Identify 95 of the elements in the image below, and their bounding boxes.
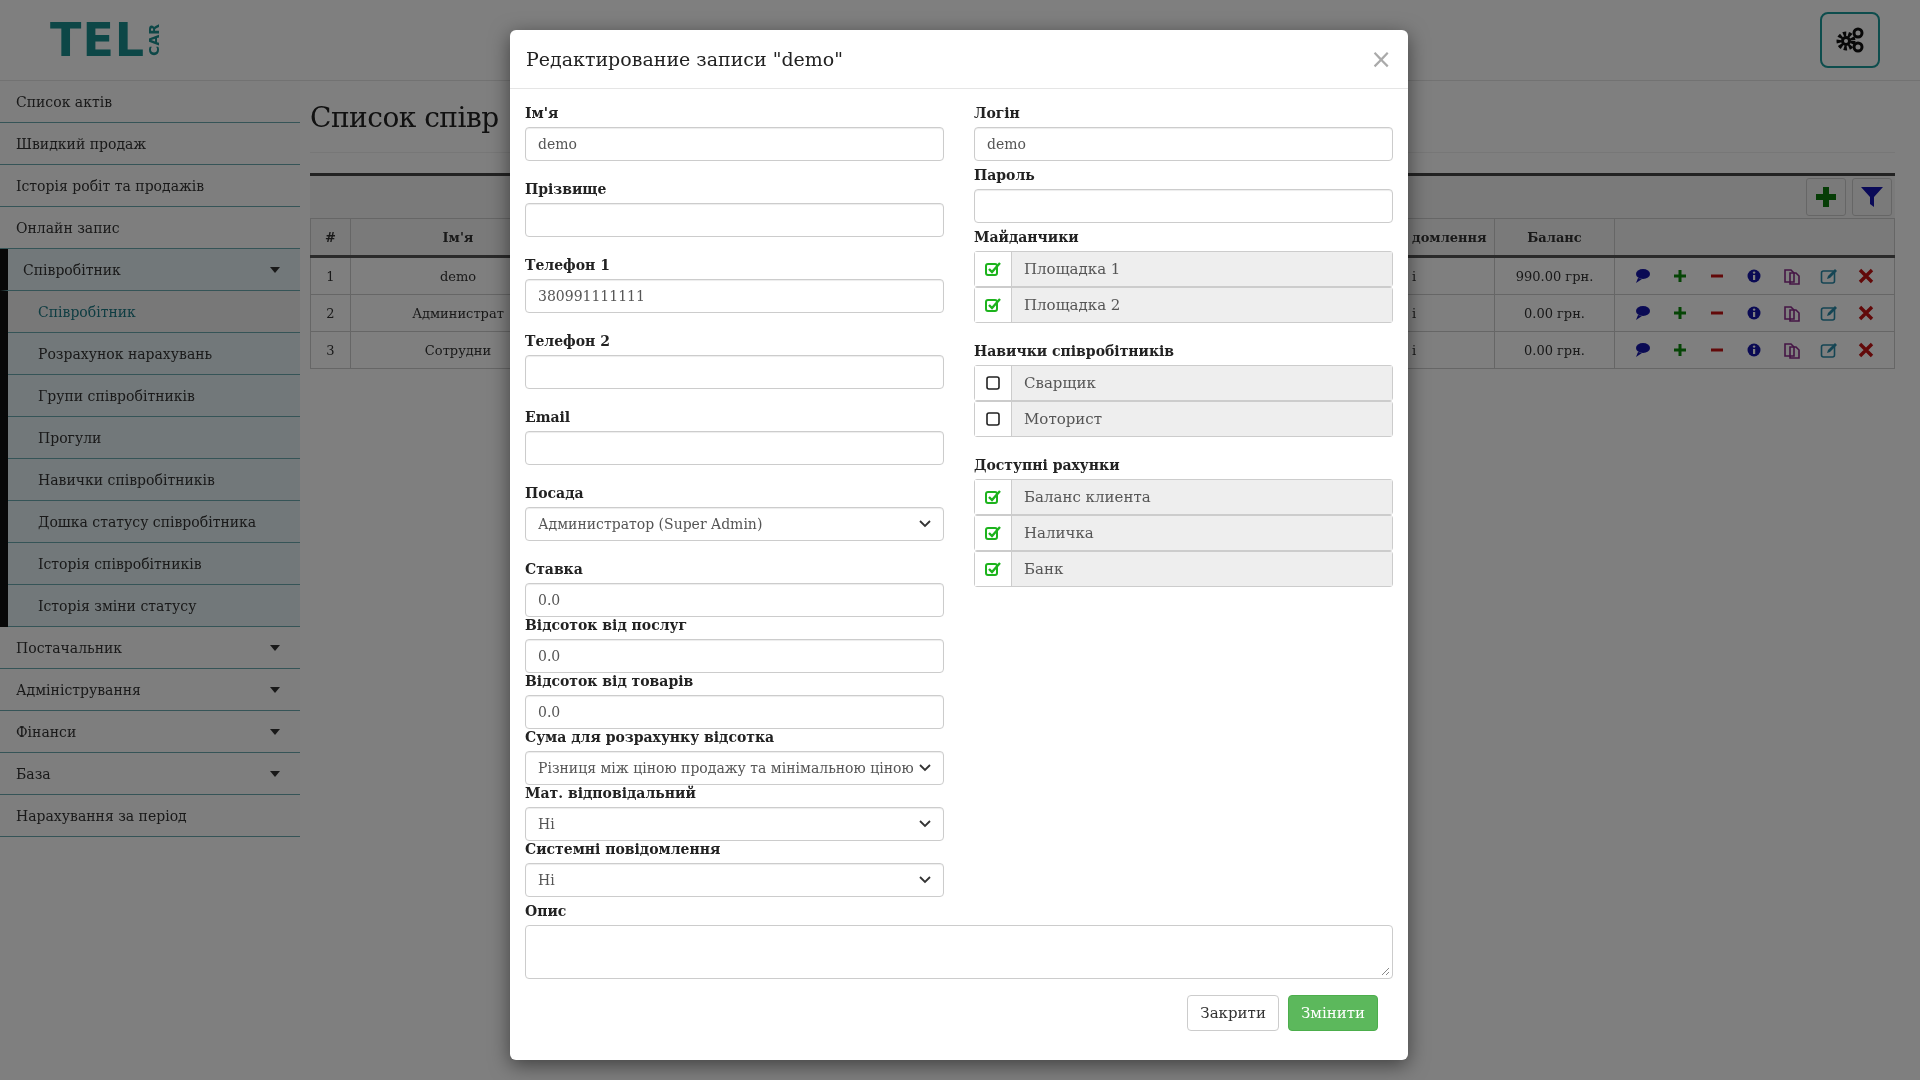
- field-label: Майданчики: [974, 229, 1080, 245]
- field-label: Сума для розрахунку відсотка: [525, 729, 776, 745]
- sidebar-item[interactable]: Прогули: [8, 417, 300, 459]
- sidebar-item[interactable]: Дошка статусу співробітника: [8, 501, 300, 543]
- checkbox-icon[interactable]: [985, 375, 1001, 391]
- text-field[interactable]: demo: [974, 127, 1393, 161]
- settings-button[interactable]: [1820, 12, 1880, 68]
- table-cell: 2: [310, 294, 351, 332]
- checked-checkbox-icon[interactable]: [985, 489, 1001, 505]
- text-field[interactable]: [974, 189, 1393, 223]
- option-label: Наличка: [1012, 516, 1392, 550]
- text-field[interactable]: [525, 355, 944, 389]
- field-label: Логін: [974, 105, 1021, 121]
- resize-handle-icon[interactable]: [1381, 967, 1390, 976]
- sidebar-item[interactable]: Історія співробітників: [8, 543, 300, 585]
- logo-subtext: CAR: [147, 24, 162, 56]
- save-button[interactable]: Змінити: [1287, 995, 1378, 1031]
- caret-icon: [270, 770, 280, 777]
- sidebar-item[interactable]: Розрахунок нарахувань: [8, 333, 300, 375]
- comment-icon[interactable]: [1633, 267, 1652, 285]
- dropdown[interactable]: Різниця між ціною продажу та мінімальною ціною: [525, 751, 944, 785]
- text-field[interactable]: 380991111111: [525, 279, 944, 313]
- field-label: Прізвище: [525, 181, 608, 197]
- field-label: Відсоток від послуг: [525, 617, 689, 633]
- dropdown[interactable]: Ні: [525, 807, 944, 841]
- plus-icon: [1814, 185, 1838, 209]
- close-dialog-button[interactable]: Закрити: [1187, 995, 1279, 1031]
- gears-icon: [1835, 26, 1865, 54]
- option-label: Моторист: [1012, 402, 1392, 436]
- field-label: Посада: [525, 485, 585, 501]
- chevron-down-icon: [919, 764, 931, 772]
- table-cell: 990.00 грн.: [1494, 256, 1615, 295]
- field-label: Доступні рахунки: [974, 457, 1121, 473]
- option-label: Площадка 1: [1012, 252, 1392, 286]
- text-field[interactable]: 0.0: [525, 583, 944, 617]
- filter-button[interactable]: [1852, 178, 1892, 216]
- edit-icon[interactable]: [1820, 341, 1839, 359]
- table-cell: 1: [310, 256, 351, 295]
- copy-icon[interactable]: [1782, 267, 1801, 285]
- caret-icon: [270, 728, 280, 735]
- chevron-down-icon: [919, 520, 931, 528]
- table-cell: 0.00 грн.: [1494, 331, 1615, 369]
- checked-checkbox-icon[interactable]: [985, 525, 1001, 541]
- caret-icon: [270, 644, 280, 651]
- description-field[interactable]: [525, 925, 1393, 979]
- field-label: Відсоток від товарів: [525, 673, 695, 689]
- field-label: Мат. відповідальний: [525, 785, 697, 801]
- checked-checkbox-icon[interactable]: [985, 261, 1001, 277]
- checked-checkbox-icon[interactable]: [985, 561, 1001, 577]
- checked-checkbox-icon[interactable]: [985, 297, 1001, 313]
- copy-icon[interactable]: [1782, 304, 1801, 322]
- copy-icon[interactable]: [1782, 341, 1801, 359]
- caret-icon: [270, 686, 280, 693]
- dialog-title: Редактирование записи "demo": [526, 48, 844, 70]
- logo-text: TEL: [50, 17, 146, 63]
- field-label: Пароль: [974, 167, 1036, 183]
- column-header: Баланс: [1494, 218, 1615, 257]
- dropdown[interactable]: Администратор (Super Admin): [525, 507, 944, 541]
- edit-icon[interactable]: [1820, 304, 1839, 322]
- sidebar-group[interactable]: Співробітник: [0, 249, 300, 291]
- sidebar-item[interactable]: Співробітник: [8, 291, 300, 333]
- text-field[interactable]: [525, 431, 944, 465]
- field-label: Опис: [525, 903, 568, 919]
- sidebar-item[interactable]: Навички співробітників: [8, 459, 300, 501]
- field-label: Навички співробітників: [974, 343, 1176, 359]
- option-label: Сварщик: [1012, 366, 1392, 400]
- text-field[interactable]: [525, 203, 944, 237]
- table-cell: 3: [310, 331, 351, 369]
- option-label: Баланс клиента: [1012, 480, 1392, 514]
- comment-icon[interactable]: [1633, 341, 1652, 359]
- field-label: Ім'я: [525, 105, 560, 121]
- edit-icon[interactable]: [1820, 267, 1839, 285]
- text-field[interactable]: 0.0: [525, 639, 944, 673]
- sidebar-item[interactable]: Групи співробітників: [8, 375, 300, 417]
- checkbox-icon[interactable]: [985, 411, 1001, 427]
- delete-icon[interactable]: [1857, 341, 1876, 359]
- delete-icon[interactable]: [1857, 304, 1876, 322]
- filter-icon: [1860, 185, 1884, 209]
- chevron-down-icon: [919, 820, 931, 828]
- text-field[interactable]: demo: [525, 127, 944, 161]
- field-label: Системні повідомлення: [525, 841, 722, 857]
- option-label: Площадка 2: [1012, 288, 1392, 322]
- caret-icon: [270, 266, 280, 273]
- comment-icon[interactable]: [1633, 304, 1652, 322]
- option-label: Банк: [1012, 552, 1392, 586]
- table-cell: 0.00 грн.: [1494, 294, 1615, 332]
- dropdown[interactable]: Ні: [525, 863, 944, 897]
- field-label: Ставка: [525, 561, 584, 577]
- close-button[interactable]: ×: [1370, 44, 1392, 74]
- field-label: Email: [525, 409, 572, 425]
- delete-icon[interactable]: [1857, 267, 1876, 285]
- text-field[interactable]: 0.0: [525, 695, 944, 729]
- add-button[interactable]: [1806, 178, 1846, 216]
- column-header: #: [310, 218, 351, 257]
- chevron-down-icon: [919, 876, 931, 884]
